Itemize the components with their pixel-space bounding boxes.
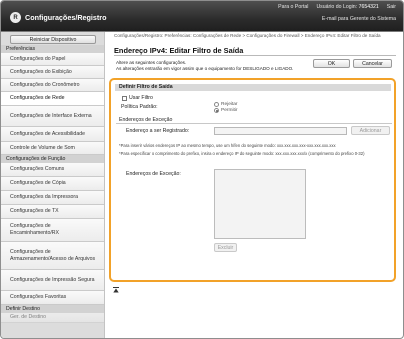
ok-button[interactable]: OK [313,59,350,68]
reject-option[interactable]: Rejeitar [214,102,238,107]
sidebar-item-label: Configurações de TX [10,208,59,214]
sidebar-group-preferences: Preferências [1,45,104,53]
allow-label: Permitir [221,108,238,113]
sidebar-group-destination: Definir Destino [1,305,104,313]
user-login: Usuário do Login: 7654321 [316,4,378,10]
panel-title: Definir Filtro de Saída [115,84,391,91]
breadcrumb: Configurações/Registro: Preferências: Co… [114,33,381,38]
exception-section-title: Endereços de Exceção [116,117,392,124]
sidebar-item-label: Controle de Volume de Som [10,144,75,151]
use-filter-row[interactable]: Usar Filtro [122,95,153,101]
sidebar-item-network[interactable]: Configurações de Rede [1,92,104,106]
sidebar-item-label: Configurações do Papel [10,55,66,62]
reject-label: Rejeitar [221,102,238,107]
sidebar-item-label: Configurações de Interface Externa [10,112,92,119]
main-content: Configurações/Registro: Preferências: Co… [106,32,403,338]
address-input[interactable] [214,127,347,135]
sidebar: Reiniciar Dispositivo Preferências Confi… [1,32,105,338]
sidebar-item-external-interface[interactable]: Configurações de Interface Externa [1,106,104,127]
sidebar-item-copy[interactable]: Configurações de Cópia [1,177,104,191]
delete-button[interactable]: Excluir [214,243,237,252]
page-title: Endereço IPv4: Editar Filtro de Saída [114,46,244,55]
change-message: Altere as seguintes configurações. As al… [116,60,294,71]
exception-list-label: Endereços de Exceção: [126,171,181,177]
sidebar-item-label: Configurações de Acessibilidade [10,130,85,137]
browser-frame: R Configurações/Registro Para o Portal U… [0,0,404,339]
use-filter-label: Usar Filtro [129,95,153,101]
sidebar-menu: Preferências Configurações do Papel Conf… [1,45,104,323]
email-admin-link[interactable]: E-mail para Gerente do Sistema [322,16,396,22]
sidebar-item-label: Configurações de Encaminhamento/RX [10,223,60,236]
user-login-value: 7654321 [358,4,379,10]
user-login-label: Usuário do Login: [316,4,358,10]
hyphen-note: *Para inserir vários endereços IP ao mes… [119,143,336,148]
sidebar-item-label: Configurações de Armazenamento/Acesso de… [10,248,96,262]
sidebar-item-accessibility[interactable]: Configurações de Acessibilidade [1,127,104,142]
sidebar-item-label: Configurações Comuns [10,166,65,172]
sidebar-item-label: Configurações da Impressora [10,194,79,200]
header-bar: R Configurações/Registro Para o Portal U… [1,1,403,31]
sidebar-item-label: Configurações Favoritas [10,294,67,300]
prefix-note: *Para especificar o comprimento do prefi… [119,151,365,156]
title-divider [114,55,396,56]
sidebar-item-display[interactable]: Configurações do Exibição [1,66,104,79]
sidebar-item-destination-manager[interactable]: Ger. de Destino [1,313,104,323]
sidebar-item-secure-print[interactable]: Configurações de Impressão Segura [1,270,104,291]
sidebar-item-common[interactable]: Configurações Comuns [1,163,104,177]
add-button[interactable]: Adicionar [351,126,390,135]
sidebar-item-forwarding-rx[interactable]: Configurações de Encaminhamento/RX [1,219,104,242]
app-title: Configurações/Registro [25,13,107,22]
allow-option[interactable]: Permitir [214,108,238,113]
portal-link[interactable]: Para o Portal [278,4,308,10]
sidebar-item-volume[interactable]: Controle de Volume de Som [1,142,104,155]
radio-selected-dot [215,109,218,112]
app-logo-icon: R [10,12,21,23]
output-filter-panel: Definir Filtro de Saída Usar Filtro Polí… [109,78,396,282]
address-label: Endereço a ser Registrado: [126,128,190,134]
reject-radio[interactable] [214,102,219,107]
sidebar-item-label: Configurações do Exibição [10,68,72,75]
use-filter-checkbox[interactable] [122,95,127,101]
sidebar-item-label: Configurações de Rede [10,95,65,101]
sidebar-item-label: Configurações de Cópia [10,180,66,186]
sidebar-item-favorites[interactable]: Configurações Favoritas [1,291,104,305]
sidebar-item-label: Configurações do Cronômetro [10,81,80,88]
sidebar-item-tx[interactable]: Configurações de TX [1,205,104,219]
exception-address-list[interactable] [214,169,306,239]
cancel-button[interactable]: Cancelar [353,59,392,68]
sidebar-item-paper[interactable]: Configurações do Papel [1,53,104,66]
default-policy-label: Política Padrão: [121,104,158,110]
sidebar-item-printer[interactable]: Configurações da Impressora [1,191,104,205]
allow-radio[interactable] [214,108,219,113]
sidebar-item-label: Ger. de Destino [10,314,47,320]
sidebar-group-function: Configurações de Função [1,155,104,163]
sidebar-item-storage-access[interactable]: Configurações de Armazenamento/Acesso de… [1,242,104,270]
top-links: Para o Portal Usuário do Login: 7654321 … [278,4,396,10]
sidebar-item-label: Configurações de Impressão Segura [10,276,95,283]
logout-link[interactable]: Sair [387,4,396,10]
back-to-top-icon[interactable] [113,287,119,293]
restart-device-button[interactable]: Reiniciar Dispositivo [10,35,96,44]
sidebar-item-timer[interactable]: Configurações do Cronômetro [1,79,104,92]
